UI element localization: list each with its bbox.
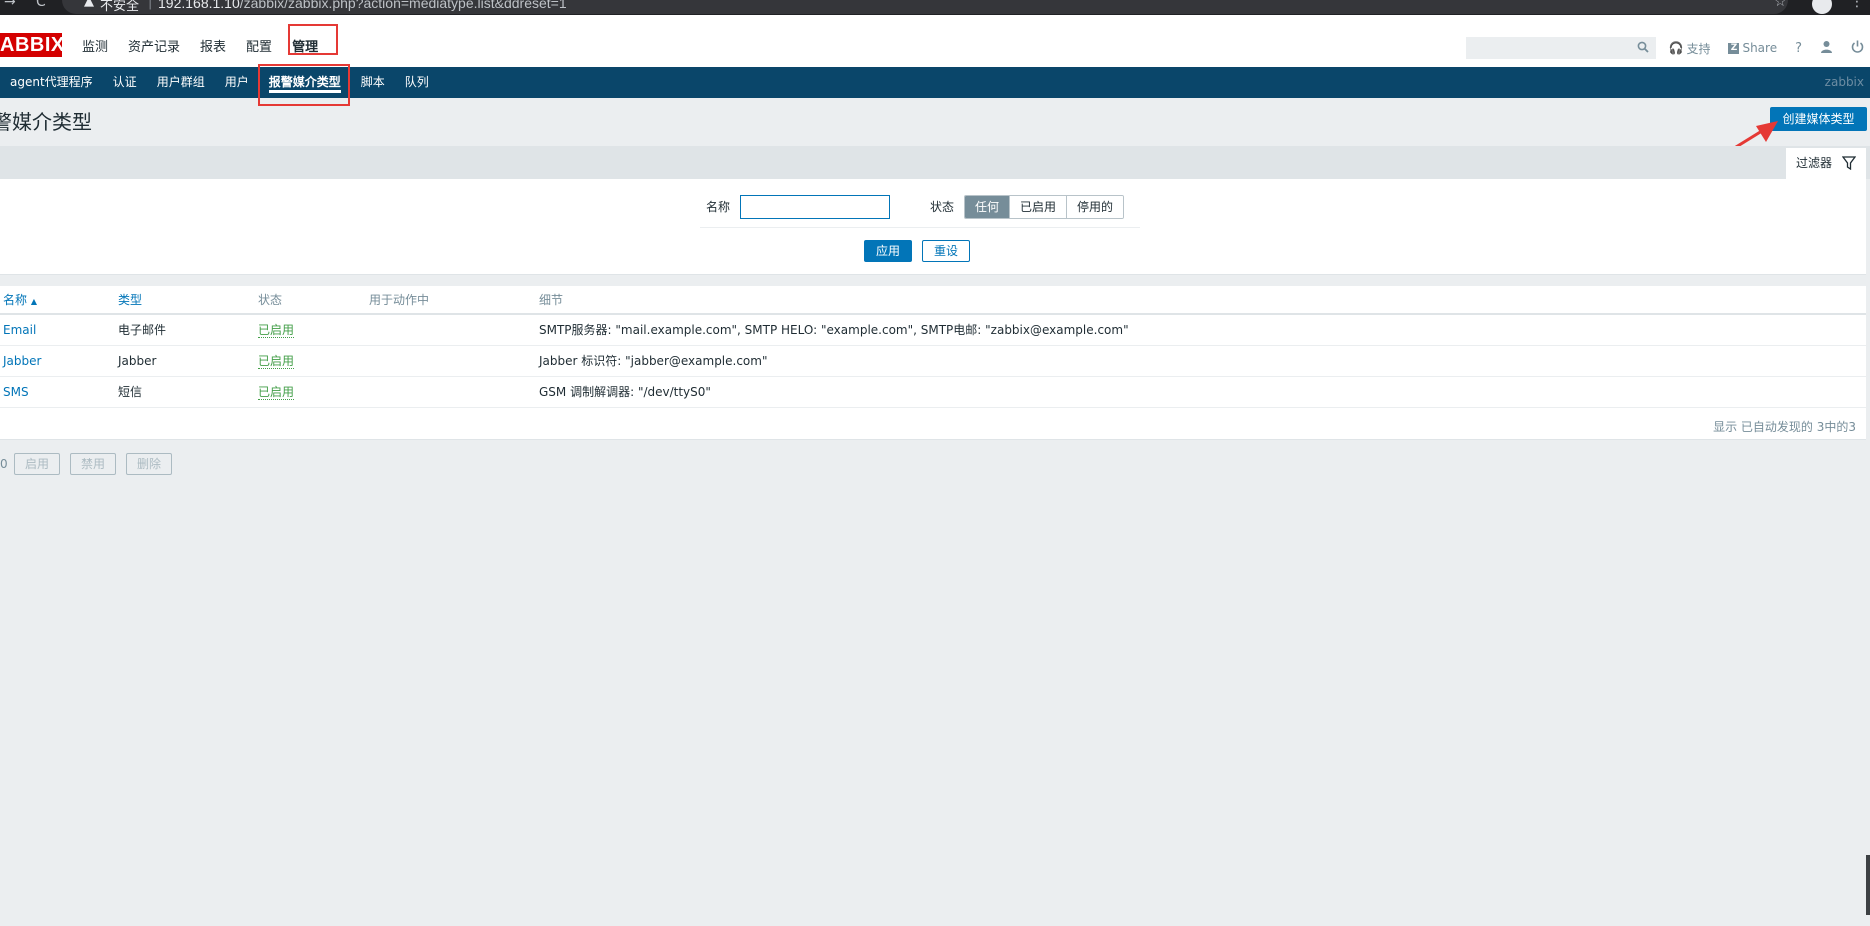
media-type-details: SMTP服务器: "mail.example.com", SMTP HELO: …: [536, 314, 1866, 346]
mass-delete-button[interactable]: 删除: [126, 453, 173, 475]
table-row: Email 电子邮件 已启用 SMTP服务器: "mail.example.co…: [0, 314, 1866, 346]
main-menu-monitoring[interactable]: 监测: [72, 37, 118, 59]
table-count-summary: 显示 已自动发现的 3中的3: [1713, 419, 1856, 434]
main-menu-configuration[interactable]: 配置: [236, 37, 282, 59]
column-header-status: 状态: [255, 286, 366, 315]
mass-action-bar: 0 启用 禁用 删除: [0, 453, 182, 475]
share-link[interactable]: Z Share: [1728, 41, 1777, 55]
filter-status-disabled[interactable]: 停用的: [1066, 196, 1124, 218]
url-text[interactable]: 192.168.1.10/zabbix/zabbix.php?action=me…: [158, 0, 567, 11]
sort-ascending-icon: ▲: [30, 297, 37, 306]
filter-apply-button[interactable]: 应用: [864, 240, 912, 262]
sign-out-icon[interactable]: [1851, 40, 1864, 57]
media-type-name-link[interactable]: SMS: [0, 376, 115, 408]
bookmark-star-icon[interactable]: ☆: [1774, 0, 1787, 10]
headset-icon: 🎧: [1668, 41, 1684, 55]
media-type-details: Jabber 标识符: "jabber@example.com": [536, 345, 1866, 377]
share-z-icon: Z: [1728, 42, 1740, 54]
back-icon[interactable]: →: [4, 0, 16, 10]
insecure-label[interactable]: 不安全: [100, 0, 139, 14]
more-menu-icon[interactable]: ⋮: [1850, 0, 1864, 10]
filter-reset-button[interactable]: 重设: [922, 240, 970, 262]
filter-funnel-icon: [1842, 156, 1856, 170]
url-separator: |: [148, 0, 153, 10]
scrollbar-thumb[interactable]: [1866, 855, 1870, 915]
media-type-status-cell: 已启用: [255, 376, 366, 408]
sub-menu-scripts[interactable]: 脚本: [351, 67, 395, 98]
status-toggle[interactable]: 已启用: [258, 385, 295, 400]
table-row: SMS 短信 已启用 GSM 调制解调器: "/dev/ttyS0": [0, 376, 1866, 408]
media-type-type: 短信: [115, 376, 255, 408]
filter-tab-label: 过滤器: [1796, 156, 1833, 170]
media-type-actions: [366, 376, 536, 408]
warning-icon: ▲: [84, 0, 94, 9]
create-media-type-button[interactable]: 创建媒体类型: [1770, 107, 1867, 131]
sub-menu-queue[interactable]: 队列: [395, 67, 439, 98]
help-icon[interactable]: ?: [1795, 41, 1802, 56]
media-type-status-cell: 已启用: [255, 314, 366, 346]
support-link[interactable]: 🎧 支持: [1668, 40, 1710, 57]
filter-tab-bar: [0, 146, 1870, 179]
media-type-type: 电子邮件: [115, 314, 255, 346]
status-toggle[interactable]: 已启用: [258, 354, 295, 369]
media-type-actions: [366, 314, 536, 346]
filter-status-segmented: 任何 已启用 停用的: [964, 195, 1125, 219]
filter-panel: 名称 状态 任何 已启用 停用的 应用 重设: [0, 179, 1866, 275]
table-header-row: 名称 ▲ 类型 状态 用于动作中 细节: [0, 286, 1866, 315]
filter-name-label: 名称: [706, 200, 731, 214]
media-type-type: Jabber: [115, 345, 255, 377]
user-profile-icon[interactable]: [1820, 40, 1833, 57]
table-footer: 显示 已自动发现的 3中的3: [0, 408, 1866, 440]
filter-name-input[interactable]: [740, 195, 890, 219]
sub-menu-proxies[interactable]: agent代理程序: [0, 67, 103, 98]
zabbix-logo[interactable]: ABBIX: [0, 33, 62, 57]
mass-disable-button[interactable]: 禁用: [70, 453, 117, 475]
annotation-highlight-media-types: [258, 64, 350, 106]
column-header-used-in-actions: 用于动作中: [366, 286, 536, 315]
sub-menu-authentication[interactable]: 认证: [103, 67, 147, 98]
filter-tab[interactable]: 过滤器: [1786, 148, 1866, 180]
media-type-name-link[interactable]: Jabber: [0, 345, 115, 377]
media-type-actions: [366, 345, 536, 377]
page-title: 警媒介类型: [0, 110, 92, 134]
column-header-name-label: 名称: [3, 293, 28, 307]
url-path: /zabbix/zabbix.php?action=mediatype.list…: [239, 0, 567, 11]
filter-status-enabled[interactable]: 已启用: [1009, 196, 1067, 218]
table-row: Jabber Jabber 已启用 Jabber 标识符: "jabber@ex…: [0, 345, 1866, 377]
main-menu-inventory[interactable]: 资产记录: [118, 37, 190, 59]
filter-divider: [700, 227, 1140, 228]
support-label: 支持: [1686, 41, 1711, 56]
column-header-name[interactable]: 名称 ▲: [0, 286, 115, 315]
status-toggle[interactable]: 已启用: [258, 323, 295, 339]
current-user: zabbix: [1824, 75, 1864, 89]
browser-toolbar: → C ▲ 不安全 | 192.168.1.10/zabbix/zabbix.p…: [0, 0, 1870, 15]
column-header-type[interactable]: 类型: [115, 286, 255, 315]
media-type-status-cell: 已启用: [255, 345, 366, 377]
selected-count: 0: [0, 457, 8, 471]
sub-menu-users[interactable]: 用户: [215, 67, 259, 98]
share-label: Share: [1742, 41, 1778, 55]
filter-status-label: 状态: [930, 200, 955, 214]
filter-status-any[interactable]: 任何: [965, 196, 1010, 218]
annotation-highlight-admin: [288, 24, 338, 55]
media-types-table: 名称 ▲ 类型 状态 用于动作中 细节 Email 电子邮件 已启用 SMTP服…: [0, 286, 1866, 440]
profile-avatar-icon[interactable]: [1812, 0, 1832, 14]
reload-icon[interactable]: C: [36, 0, 46, 10]
sub-menu-user-groups[interactable]: 用户群组: [147, 67, 215, 98]
media-type-name-link[interactable]: Email: [0, 314, 115, 346]
search-input[interactable]: [1467, 38, 1628, 58]
mass-enable-button[interactable]: 启用: [14, 453, 61, 475]
global-search[interactable]: [1466, 37, 1657, 59]
media-type-details: GSM 调制解调器: "/dev/ttyS0": [536, 376, 1866, 408]
main-menu-reports[interactable]: 报表: [190, 37, 236, 59]
column-header-details: 细节: [536, 286, 1866, 315]
url-host: 192.168.1.10: [158, 0, 240, 11]
search-icon[interactable]: [1637, 41, 1650, 53]
header-tools: 🎧 支持 Z Share ?: [1466, 35, 1870, 61]
app-header: ABBIX 监测 资产记录 报表 配置 管理 🎧 支持 Z Share ?: [0, 15, 1870, 67]
